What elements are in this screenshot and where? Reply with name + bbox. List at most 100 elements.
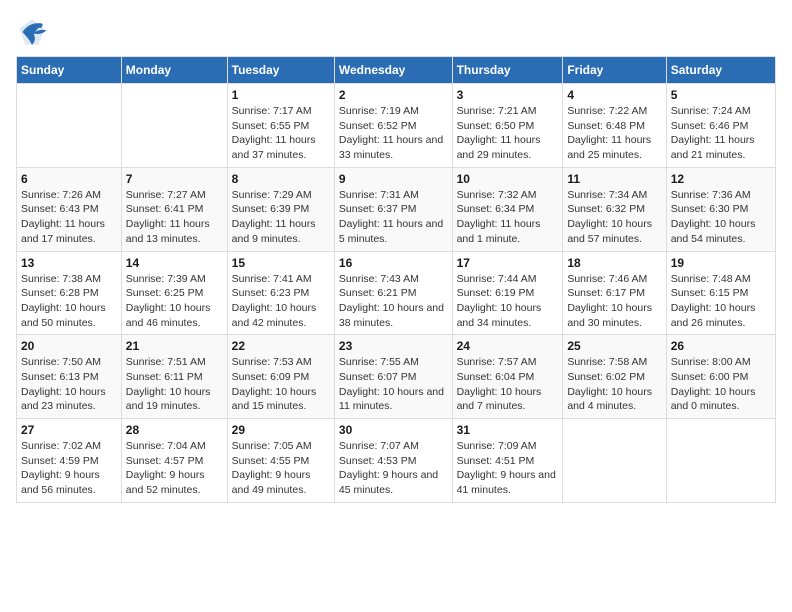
calendar-cell: 11Sunrise: 7:34 AM Sunset: 6:32 PM Dayli… — [563, 167, 666, 251]
day-info: Sunrise: 7:31 AM Sunset: 6:37 PM Dayligh… — [339, 188, 448, 247]
calendar-cell: 25Sunrise: 7:58 AM Sunset: 6:02 PM Dayli… — [563, 335, 666, 419]
day-number: 26 — [671, 339, 771, 353]
day-number: 10 — [457, 172, 559, 186]
day-info: Sunrise: 7:22 AM Sunset: 6:48 PM Dayligh… — [567, 104, 661, 163]
day-number: 19 — [671, 256, 771, 270]
day-info: Sunrise: 7:02 AM Sunset: 4:59 PM Dayligh… — [21, 439, 117, 498]
calendar-week-4: 20 Sunrise: 7:50 AM Sunset: 6:13 PM Dayli… — [17, 335, 776, 419]
day-number: 12 — [671, 172, 771, 186]
calendar-cell: 4Sunrise: 7:22 AM Sunset: 6:48 PM Daylig… — [563, 84, 666, 168]
day-number: 3 — [457, 88, 559, 102]
day-info: Sunrise: 7:48 AM Sunset: 6:15 PM Dayligh… — [671, 272, 771, 331]
day-info: Sunrise: 7:57 AM Sunset: 6:04 PM Dayligh… — [457, 355, 559, 414]
day-number: 20 — [21, 339, 117, 353]
logo-icon — [16, 16, 48, 48]
calendar-cell — [666, 419, 775, 503]
day-info: Sunrise: 7:17 AM Sunset: 6:55 PM Dayligh… — [232, 104, 330, 163]
calendar-cell: 22 Sunrise: 7:53 AM Sunset: 6:09 PM Dayli… — [227, 335, 334, 419]
day-number: 15 — [232, 256, 330, 270]
calendar-cell: 14 Sunrise: 7:39 AM Sunset: 6:25 PM Dayli… — [121, 251, 227, 335]
calendar-cell: 13 Sunrise: 7:38 AM Sunset: 6:28 PM Dayli… — [17, 251, 122, 335]
calendar-cell: 7 Sunrise: 7:27 AM Sunset: 6:41 PM Daylig… — [121, 167, 227, 251]
day-number: 28 — [126, 423, 223, 437]
day-info: Sunrise: 7:58 AM Sunset: 6:02 PM Dayligh… — [567, 355, 661, 414]
calendar-cell: 17 Sunrise: 7:44 AM Sunset: 6:19 PM Dayli… — [452, 251, 563, 335]
day-info: Sunrise: 7:55 AM Sunset: 6:07 PM Dayligh… — [339, 355, 448, 414]
day-number: 8 — [232, 172, 330, 186]
calendar-cell: 26 Sunrise: 8:00 AM Sunset: 6:00 PM Dayli… — [666, 335, 775, 419]
day-info: Sunrise: 7:27 AM Sunset: 6:41 PM Dayligh… — [126, 188, 223, 247]
calendar-week-2: 6 Sunrise: 7:26 AM Sunset: 6:43 PM Daylig… — [17, 167, 776, 251]
calendar-week-3: 13 Sunrise: 7:38 AM Sunset: 6:28 PM Dayli… — [17, 251, 776, 335]
day-number: 7 — [126, 172, 223, 186]
day-header-sunday: Sunday — [17, 57, 122, 84]
calendar-week-5: 27 Sunrise: 7:02 AM Sunset: 4:59 PM Dayli… — [17, 419, 776, 503]
day-info: Sunrise: 7:51 AM Sunset: 6:11 PM Dayligh… — [126, 355, 223, 414]
calendar-cell: 31Sunrise: 7:09 AM Sunset: 4:51 PM Dayli… — [452, 419, 563, 503]
calendar-cell: 5 Sunrise: 7:24 AM Sunset: 6:46 PM Daylig… — [666, 84, 775, 168]
calendar-cell: 12Sunrise: 7:36 AM Sunset: 6:30 PM Dayli… — [666, 167, 775, 251]
day-header-wednesday: Wednesday — [334, 57, 452, 84]
calendar-cell: 19 Sunrise: 7:48 AM Sunset: 6:15 PM Dayli… — [666, 251, 775, 335]
day-number: 17 — [457, 256, 559, 270]
calendar-week-1: 1Sunrise: 7:17 AM Sunset: 6:55 PM Daylig… — [17, 84, 776, 168]
calendar-cell: 21 Sunrise: 7:51 AM Sunset: 6:11 PM Dayli… — [121, 335, 227, 419]
day-info: Sunrise: 7:19 AM Sunset: 6:52 PM Dayligh… — [339, 104, 448, 163]
day-info: Sunrise: 7:53 AM Sunset: 6:09 PM Dayligh… — [232, 355, 330, 414]
day-info: Sunrise: 7:04 AM Sunset: 4:57 PM Dayligh… — [126, 439, 223, 498]
day-number: 30 — [339, 423, 448, 437]
day-number: 27 — [21, 423, 117, 437]
day-number: 13 — [21, 256, 117, 270]
calendar-cell: 27 Sunrise: 7:02 AM Sunset: 4:59 PM Dayli… — [17, 419, 122, 503]
calendar-cell: 23 Sunrise: 7:55 AM Sunset: 6:07 PM Dayli… — [334, 335, 452, 419]
day-info: Sunrise: 7:43 AM Sunset: 6:21 PM Dayligh… — [339, 272, 448, 331]
day-info: Sunrise: 7:38 AM Sunset: 6:28 PM Dayligh… — [21, 272, 117, 331]
day-number: 23 — [339, 339, 448, 353]
day-info: Sunrise: 7:46 AM Sunset: 6:17 PM Dayligh… — [567, 272, 661, 331]
calendar-cell: 18 Sunrise: 7:46 AM Sunset: 6:17 PM Dayli… — [563, 251, 666, 335]
day-info: Sunrise: 7:21 AM Sunset: 6:50 PM Dayligh… — [457, 104, 559, 163]
day-number: 18 — [567, 256, 661, 270]
calendar-cell: 8 Sunrise: 7:29 AM Sunset: 6:39 PM Daylig… — [227, 167, 334, 251]
calendar-cell: 29 Sunrise: 7:05 AM Sunset: 4:55 PM Dayli… — [227, 419, 334, 503]
calendar-cell: 1Sunrise: 7:17 AM Sunset: 6:55 PM Daylig… — [227, 84, 334, 168]
calendar-cell: 6 Sunrise: 7:26 AM Sunset: 6:43 PM Daylig… — [17, 167, 122, 251]
day-number: 5 — [671, 88, 771, 102]
calendar-cell: 15Sunrise: 7:41 AM Sunset: 6:23 PM Dayli… — [227, 251, 334, 335]
day-number: 2 — [339, 88, 448, 102]
day-info: Sunrise: 7:26 AM Sunset: 6:43 PM Dayligh… — [21, 188, 117, 247]
day-header-saturday: Saturday — [666, 57, 775, 84]
calendar-cell: 30 Sunrise: 7:07 AM Sunset: 4:53 PM Dayli… — [334, 419, 452, 503]
calendar-cell: 3 Sunrise: 7:21 AM Sunset: 6:50 PM Daylig… — [452, 84, 563, 168]
day-header-monday: Monday — [121, 57, 227, 84]
day-info: Sunrise: 7:32 AM Sunset: 6:34 PM Dayligh… — [457, 188, 559, 247]
day-number: 21 — [126, 339, 223, 353]
day-info: Sunrise: 7:07 AM Sunset: 4:53 PM Dayligh… — [339, 439, 448, 498]
day-info: Sunrise: 7:50 AM Sunset: 6:13 PM Dayligh… — [21, 355, 117, 414]
day-info: Sunrise: 7:29 AM Sunset: 6:39 PM Dayligh… — [232, 188, 330, 247]
day-number: 31 — [457, 423, 559, 437]
calendar-cell: 28 Sunrise: 7:04 AM Sunset: 4:57 PM Dayli… — [121, 419, 227, 503]
day-number: 16 — [339, 256, 448, 270]
day-info: Sunrise: 7:44 AM Sunset: 6:19 PM Dayligh… — [457, 272, 559, 331]
day-number: 22 — [232, 339, 330, 353]
calendar-cell — [17, 84, 122, 168]
day-info: Sunrise: 7:05 AM Sunset: 4:55 PM Dayligh… — [232, 439, 330, 498]
calendar-cell: 24Sunrise: 7:57 AM Sunset: 6:04 PM Dayli… — [452, 335, 563, 419]
day-header-friday: Friday — [563, 57, 666, 84]
day-number: 14 — [126, 256, 223, 270]
header-row: SundayMondayTuesdayWednesdayThursdayFrid… — [17, 57, 776, 84]
day-number: 6 — [21, 172, 117, 186]
calendar-cell: 20 Sunrise: 7:50 AM Sunset: 6:13 PM Dayli… — [17, 335, 122, 419]
day-info: Sunrise: 7:39 AM Sunset: 6:25 PM Dayligh… — [126, 272, 223, 331]
calendar-cell: 16 Sunrise: 7:43 AM Sunset: 6:21 PM Dayli… — [334, 251, 452, 335]
day-number: 29 — [232, 423, 330, 437]
day-header-tuesday: Tuesday — [227, 57, 334, 84]
calendar-cell — [563, 419, 666, 503]
calendar-cell — [121, 84, 227, 168]
logo — [16, 16, 52, 48]
day-number: 11 — [567, 172, 661, 186]
calendar-cell: 9Sunrise: 7:31 AM Sunset: 6:37 PM Daylig… — [334, 167, 452, 251]
day-info: Sunrise: 8:00 AM Sunset: 6:00 PM Dayligh… — [671, 355, 771, 414]
day-info: Sunrise: 7:24 AM Sunset: 6:46 PM Dayligh… — [671, 104, 771, 163]
